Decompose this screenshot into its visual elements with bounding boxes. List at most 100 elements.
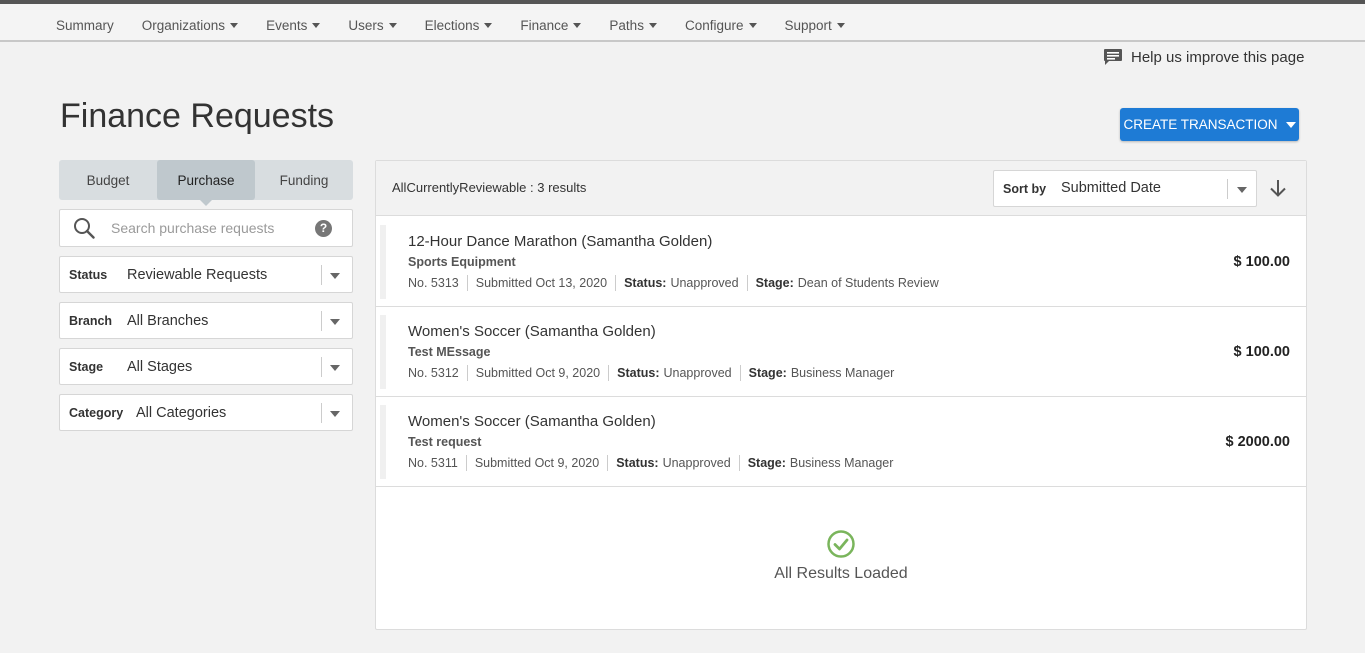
- sort-direction-button[interactable]: [1269, 178, 1287, 198]
- request-stage: Stage: Dean of Students Review: [746, 275, 947, 291]
- nav-support[interactable]: Support: [785, 18, 845, 33]
- nav-finance[interactable]: Finance: [520, 17, 582, 33]
- nav-label: Users: [348, 17, 384, 33]
- request-number: No. 5311: [408, 456, 458, 470]
- main-nav: Summary Organizations Events Users Elect…: [56, 8, 873, 42]
- nav-label: Paths: [609, 17, 644, 33]
- search-icon: [73, 217, 95, 239]
- chevron-down-icon: [748, 22, 757, 28]
- tab-label: Funding: [279, 172, 329, 188]
- nav-organizations[interactable]: Organizations: [141, 17, 239, 33]
- request-subtitle: Test MEssage: [408, 345, 491, 359]
- request-row[interactable]: Women's Soccer (Samantha Golden) Test re…: [376, 397, 1306, 487]
- request-status: Status: Unapproved: [608, 365, 739, 381]
- divider: [321, 265, 322, 285]
- all-results-loaded: All Results Loaded: [376, 529, 1306, 583]
- filter-value: All Stages: [127, 358, 193, 375]
- tab-label: Budget: [86, 172, 130, 188]
- nav-label: Events: [266, 17, 308, 33]
- results-summary: AllCurrentlyReviewable : 3 results: [392, 180, 587, 195]
- nav-configure[interactable]: Configure: [685, 18, 757, 33]
- request-status: Status: Unapproved: [615, 275, 746, 291]
- tab-label: Purchase: [177, 172, 235, 188]
- request-submitted: Submitted Oct 13, 2020: [466, 275, 615, 291]
- row-accent: [380, 315, 386, 389]
- request-title: 12-Hour Dance Marathon (Samantha Golden): [408, 233, 713, 250]
- branch-filter[interactable]: Branch All Branches: [59, 302, 353, 339]
- request-submitted: Submitted Oct 9, 2020: [465, 455, 607, 471]
- request-amount: $ 100.00: [1233, 344, 1290, 360]
- status-value: Unapproved: [663, 366, 732, 380]
- chevron-down-icon: [230, 22, 239, 28]
- search-input[interactable]: [111, 220, 307, 236]
- chevron-down-icon: [312, 22, 321, 28]
- nav-paths[interactable]: Paths: [609, 18, 657, 33]
- request-title: Women's Soccer (Samantha Golden): [408, 323, 656, 340]
- stage-label: Stage:: [748, 366, 787, 380]
- nav-label: Finance: [520, 17, 569, 33]
- request-amount: $ 2000.00: [1225, 434, 1290, 450]
- chevron-down-icon: [330, 319, 340, 325]
- request-stage: Stage: Business Manager: [738, 455, 902, 471]
- help-improve-link[interactable]: Help us improve this page: [1103, 48, 1304, 66]
- tab-funding[interactable]: Funding: [255, 160, 353, 200]
- check-circle-icon: [827, 530, 855, 558]
- nav-label: Elections: [424, 17, 480, 33]
- tab-purchase[interactable]: Purchase: [157, 160, 255, 206]
- nav-label: Configure: [684, 17, 744, 33]
- chevron-down-icon: [1285, 121, 1296, 128]
- status-label: Status:: [617, 366, 660, 380]
- filter-value: Reviewable Requests: [127, 266, 268, 283]
- request-row[interactable]: Women's Soccer (Samantha Golden) Test ME…: [376, 307, 1306, 397]
- filter-label: Status: [69, 267, 108, 282]
- nav-elections[interactable]: Elections: [425, 18, 493, 33]
- stage-value: Business Manager: [789, 456, 894, 470]
- status-filter[interactable]: Status Reviewable Requests: [59, 256, 353, 293]
- request-meta: No. 5312 Submitted Oct 9, 2020 Status: Un…: [408, 365, 902, 381]
- chevron-down-icon: [330, 273, 340, 279]
- filter-label: Stage: [69, 359, 104, 374]
- filter-label: Branch: [69, 313, 113, 328]
- request-type-tabs: Budget Purchase Funding: [59, 160, 353, 206]
- top-nav-bar: Summary Organizations Events Users Elect…: [0, 0, 1365, 42]
- help-icon[interactable]: ?: [315, 219, 332, 237]
- sort-label: Sort by: [1003, 182, 1047, 196]
- status-label: Status:: [624, 276, 667, 290]
- create-transaction-label: CREATE TRANSACTION: [1123, 117, 1278, 132]
- request-meta: No. 5313 Submitted Oct 13, 2020 Status: U…: [408, 275, 947, 291]
- chevron-down-icon: [388, 22, 397, 28]
- comment-icon: [1104, 49, 1122, 65]
- chevron-down-icon: [1237, 187, 1247, 193]
- loaded-label: All Results Loaded: [774, 565, 908, 582]
- nav-events[interactable]: Events: [266, 17, 321, 33]
- search-box: ?: [59, 209, 353, 247]
- create-transaction-button[interactable]: CREATE TRANSACTION: [1120, 108, 1299, 141]
- nav-label: Summary: [56, 17, 114, 33]
- request-meta: No. 5311 Submitted Oct 9, 2020 Status: Un…: [408, 455, 901, 471]
- nav-label: Organizations: [141, 17, 226, 33]
- stage-label: Stage:: [755, 276, 794, 290]
- request-amount: $ 100.00: [1233, 254, 1290, 270]
- chevron-down-icon: [330, 411, 340, 417]
- status-value: Unapproved: [662, 456, 731, 470]
- status-label: Status:: [616, 456, 659, 470]
- divider: [1227, 179, 1228, 199]
- request-row[interactable]: 12-Hour Dance Marathon (Samantha Golden)…: [376, 217, 1306, 307]
- row-accent: [380, 225, 386, 299]
- request-number: No. 5313: [408, 276, 459, 290]
- arrow-down-icon: [1270, 180, 1286, 197]
- category-filter[interactable]: Category All Categories: [59, 394, 353, 431]
- status-value: Unapproved: [670, 276, 739, 290]
- sort-select[interactable]: Sort by Submitted Date: [993, 170, 1257, 207]
- stage-label: Stage:: [747, 456, 786, 470]
- chevron-down-icon: [330, 365, 340, 371]
- nav-summary[interactable]: Summary: [56, 18, 114, 33]
- divider: [321, 311, 322, 331]
- request-title: Women's Soccer (Samantha Golden): [408, 413, 656, 430]
- request-number: No. 5312: [408, 366, 459, 380]
- nav-users[interactable]: Users: [348, 17, 397, 33]
- row-accent: [380, 405, 386, 479]
- tab-budget[interactable]: Budget: [59, 160, 157, 200]
- stage-filter[interactable]: Stage All Stages: [59, 348, 353, 385]
- chevron-down-icon: [836, 22, 845, 28]
